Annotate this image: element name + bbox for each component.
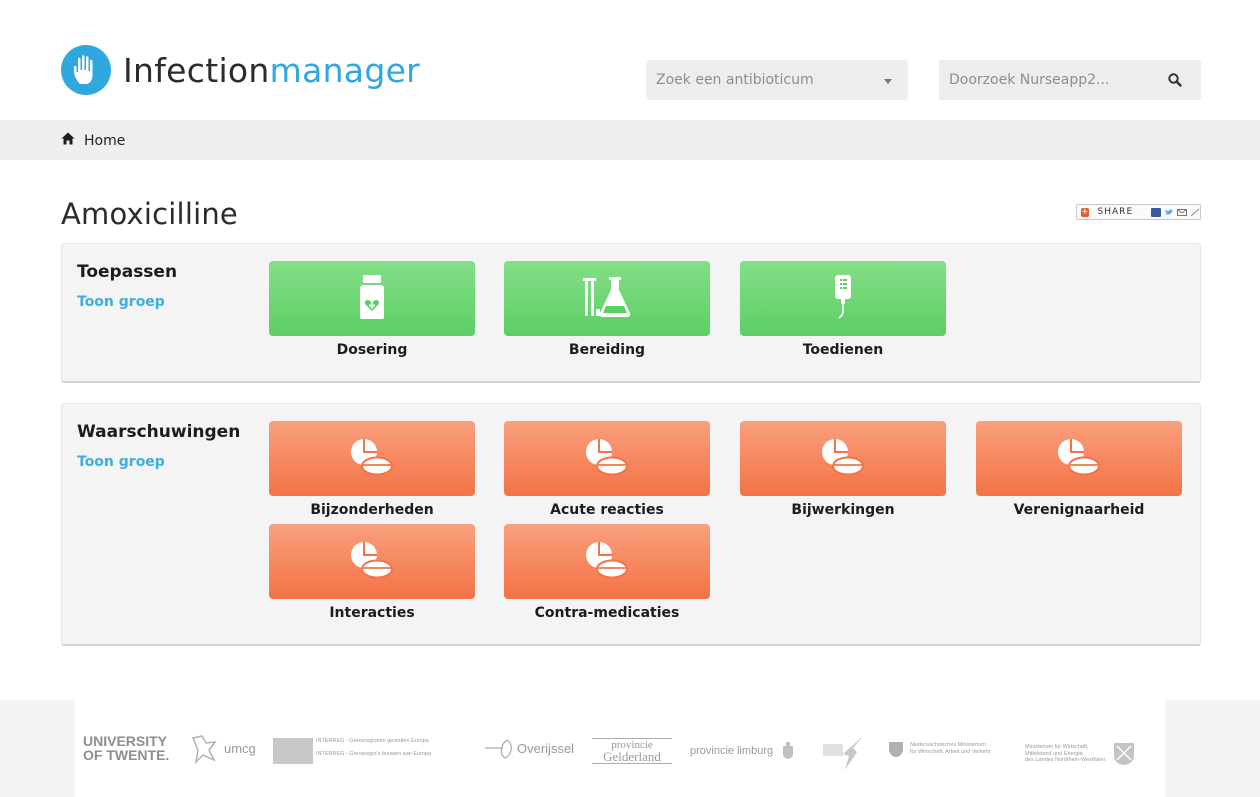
share-button[interactable]: + SHARE [1076,204,1201,220]
search-input[interactable] [939,72,1149,88]
tile-caption: Dosering [336,342,408,358]
brand-name-part1: Infection [123,50,270,90]
tile-caption: Bijzonderheden [310,502,434,518]
tile-contra-medicaties[interactable]: Contra-medicaties [504,524,710,621]
logo-text: INTERREG - Grensregio's bouwen aan Europ… [316,751,432,757]
section-title: Toepassen [77,262,178,282]
home-icon [61,132,84,149]
tile-interacties-box [269,524,475,599]
pills-icon [585,437,629,481]
tile-bereiding-box [504,261,710,336]
tile-toedienen-box [740,261,946,336]
tile-contra-medicaties-box [504,524,710,599]
page-title: Amoxicilline [61,197,238,231]
tile-caption: Toedienen [802,342,884,358]
pills-icon [821,437,865,481]
eu-flag-icon [273,738,313,764]
breadcrumb: Home [0,120,1260,160]
header: Infectionmanager Zoek een antibioticum [0,0,1260,120]
partner-logos: UNIVERSITY OF TWENTE. umcg INTERREG - Gr… [75,700,1165,797]
share-label: SHARE [1097,207,1134,217]
breadcrumb-home[interactable]: Home [61,132,125,149]
logo-overijssel: Overijssel [483,736,574,765]
logo-gelderland: provincie Gelderland [592,738,672,764]
tile-acute-reacties[interactable]: Acute reacties [504,421,710,518]
logo-text: UNIVERSITY [83,733,168,749]
logo-text: des Landes Nordrhein-Westfalen [1025,757,1106,764]
chevron-down-icon [884,79,892,84]
twitter-icon [1164,208,1174,217]
search-box [939,60,1201,100]
iv-drip-icon [831,274,855,324]
logo-text: OF TWENTE. [83,747,170,763]
toon-groep-link[interactable]: Toon groep [77,454,165,470]
section-toepassen: Toepassen Toon groep Dosering Bereiding … [61,243,1201,383]
limburg-crest-icon [783,742,794,759]
logo-umcg: umcg [190,734,256,769]
tile-verenignaarheid-box [976,421,1182,496]
tile-dosering-box [269,261,475,336]
logo-text: umcg [224,741,256,756]
tile-caption: Bereiding [568,342,646,358]
tile-dosering[interactable]: Dosering [269,261,475,358]
pills-icon [585,540,629,584]
tile-bereiding[interactable]: Bereiding [504,261,710,358]
logo-text: Gelderland [603,749,661,764]
tile-caption: Acute reacties [550,502,664,518]
section-waarschuwingen: Waarschuwingen Toon groep Bijzonderheden… [61,403,1201,646]
overijssel-swirl-icon [485,739,512,759]
pills-icon [350,540,394,584]
logo-interreg-small [823,734,865,777]
tile-bijwerkingen[interactable]: Bijwerkingen [740,421,946,518]
breadcrumb-home-label: Home [84,132,126,149]
tile-caption: Interacties [329,605,415,621]
facebook-icon [1151,207,1162,217]
logo-text: Overijssel [517,741,575,756]
tile-bijzonderheden[interactable]: Bijzonderheden [269,421,475,518]
logo-text: für Wirtschaft, Arbeit und Verkehr [910,749,991,755]
logo-text: provincie limburg [690,744,774,757]
logo-limburg: provincie limburg [690,742,794,760]
nrw-crest-icon [1114,743,1135,765]
tile-verenignaarheid[interactable]: Verenignaarheid [976,421,1182,518]
logo-nrw: Ministerium für Wirtschaft, Mittelstand … [1025,742,1135,766]
lab-flask-icon [582,276,632,322]
logo-niedersachsen: Niedersächsisches Ministerium für Wirtsc… [888,740,991,758]
tile-acute-reacties-box [504,421,710,496]
umcg-emblem-icon [191,735,217,765]
section-title: Waarschuwingen [77,422,241,442]
email-icon [1177,208,1188,217]
tile-caption: Bijwerkingen [791,502,895,518]
search-icon[interactable] [1167,72,1183,88]
logo-text: INTERREG - Grenzregionen gestalten Europ… [316,738,429,744]
pills-icon [1057,437,1101,481]
antibiotic-select-value: Zoek een antibioticum [656,72,814,88]
brand-name-part2: manager [269,50,421,90]
tile-caption: Contra-medicaties [534,605,680,621]
pills-icon [350,437,394,481]
hand-icon [61,45,111,95]
tile-toedienen[interactable]: Toedienen [740,261,946,358]
brand-name: Infectionmanager [123,51,420,90]
tile-caption: Verenignaarheid [1013,502,1145,518]
infectionmanager-logo[interactable]: Infectionmanager [61,45,420,95]
logo-university-of-twente: UNIVERSITY OF TWENTE. [83,734,169,762]
tile-bijwerkingen-box [740,421,946,496]
logo-text: Niedersächsisches Ministerium [910,742,986,748]
interreg-map-icon [823,736,863,770]
toon-groep-link[interactable]: Toon groep [77,294,165,310]
antibiotic-select[interactable]: Zoek een antibioticum [646,60,908,100]
tile-bijzonderheden-box [269,421,475,496]
more-icon [1190,208,1200,217]
addthis-plus-icon: + [1081,206,1089,217]
horse-crest-icon [889,742,903,757]
medicine-bottle-icon [357,274,387,324]
tile-interacties[interactable]: Interacties [269,524,475,621]
